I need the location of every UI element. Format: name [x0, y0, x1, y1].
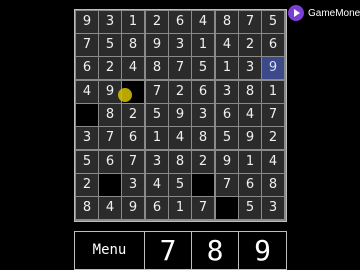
board-cell[interactable]: 8 [76, 197, 98, 219]
board-cell[interactable]: 7 [146, 81, 168, 103]
board-cell[interactable]: 4 [169, 127, 191, 149]
control-panel: Menu 7 8 9 [74, 231, 287, 270]
board-cell[interactable]: 6 [122, 127, 144, 149]
board-cell[interactable]: 2 [99, 57, 121, 79]
board-cell[interactable]: 2 [239, 34, 261, 56]
board-cell[interactable]: 6 [262, 34, 284, 56]
board-cell[interactable]: 1 [146, 127, 168, 149]
board-cell[interactable]: 1 [169, 197, 191, 219]
board-cell[interactable]: 9 [146, 34, 168, 56]
board-cell[interactable]: 8 [262, 174, 284, 196]
board-cell[interactable]: 5 [216, 127, 238, 149]
board-cell[interactable]: 6 [216, 104, 238, 126]
board-cell[interactable]: 7 [99, 127, 121, 149]
board-cell[interactable]: 8 [146, 57, 168, 79]
sudoku-board: 9312648757589314266248751394972638182593… [74, 9, 287, 222]
board-cell[interactable]: 1 [239, 151, 261, 173]
board-cell[interactable]: 6 [169, 11, 191, 33]
board-cell[interactable]: 2 [192, 151, 214, 173]
board-cell[interactable]: 5 [99, 34, 121, 56]
board-cell[interactable] [76, 104, 98, 126]
menu-button[interactable]: Menu [75, 232, 145, 269]
number-button-8[interactable]: 8 [192, 232, 239, 269]
board-cell[interactable]: 3 [99, 11, 121, 33]
board-cell[interactable]: 8 [122, 34, 144, 56]
play-icon [288, 5, 304, 21]
number-button-7[interactable]: 7 [145, 232, 192, 269]
board-cell[interactable]: 3 [262, 197, 284, 219]
board-cell[interactable]: 8 [192, 127, 214, 149]
board-cell[interactable]: 6 [239, 174, 261, 196]
board-cell[interactable]: 4 [262, 151, 284, 173]
board-cell[interactable]: 5 [192, 57, 214, 79]
board-cell[interactable]: 7 [76, 34, 98, 56]
board-cell[interactable]: 2 [169, 81, 191, 103]
board-cell[interactable]: 5 [262, 11, 284, 33]
board-cell[interactable]: 2 [262, 127, 284, 149]
board-cell[interactable]: 3 [76, 127, 98, 149]
board-cell[interactable]: 2 [76, 174, 98, 196]
board-cell[interactable]: 5 [239, 197, 261, 219]
board-cell[interactable]: 1 [216, 57, 238, 79]
board-cell[interactable]: 2 [146, 11, 168, 33]
board-cell[interactable] [216, 197, 238, 219]
pointer-cursor [118, 88, 132, 102]
board-cell[interactable]: 8 [169, 151, 191, 173]
board-cell[interactable]: 3 [169, 34, 191, 56]
board-cell[interactable]: 1 [122, 11, 144, 33]
board-cell[interactable]: 3 [216, 81, 238, 103]
board-cell[interactable]: 8 [216, 11, 238, 33]
board-cell[interactable]: 7 [262, 104, 284, 126]
board-cell[interactable]: 9 [169, 104, 191, 126]
board-cell[interactable]: 7 [216, 174, 238, 196]
board-cell[interactable]: 9 [239, 127, 261, 149]
board-cell[interactable]: 5 [146, 104, 168, 126]
board-cell[interactable]: 5 [76, 151, 98, 173]
board-cell[interactable]: 9 [262, 57, 284, 79]
gamemonetize-badge[interactable]: GameMone [288, 3, 360, 23]
board-cell[interactable]: 7 [122, 151, 144, 173]
board-cell[interactable]: 1 [192, 34, 214, 56]
board-cell[interactable]: 6 [192, 81, 214, 103]
board-cell[interactable]: 6 [76, 57, 98, 79]
board-cell[interactable]: 7 [192, 197, 214, 219]
board-cell[interactable]: 3 [192, 104, 214, 126]
board-cell[interactable]: 9 [122, 197, 144, 219]
board-cell[interactable]: 1 [262, 81, 284, 103]
board-cell[interactable]: 4 [239, 104, 261, 126]
board-cell[interactable]: 6 [146, 197, 168, 219]
board-cell[interactable]: 3 [239, 57, 261, 79]
board-cell[interactable]: 4 [146, 174, 168, 196]
board-cell[interactable]: 9 [76, 11, 98, 33]
board-cell[interactable]: 4 [99, 197, 121, 219]
board-cell[interactable]: 5 [169, 174, 191, 196]
game-stage: 9312648757589314266248751394972638182593… [0, 0, 360, 270]
board-cell[interactable]: 8 [99, 104, 121, 126]
board-cell[interactable]: 4 [192, 11, 214, 33]
board-cell[interactable] [192, 174, 214, 196]
number-button-9[interactable]: 9 [239, 232, 286, 269]
board-cell[interactable]: 6 [99, 151, 121, 173]
board-cell[interactable]: 8 [239, 81, 261, 103]
board-cell[interactable]: 7 [239, 11, 261, 33]
board-cell[interactable]: 3 [146, 151, 168, 173]
board-cell[interactable]: 4 [76, 81, 98, 103]
board-cell[interactable]: 2 [122, 104, 144, 126]
board-cell[interactable]: 4 [216, 34, 238, 56]
board-cell[interactable]: 9 [216, 151, 238, 173]
badge-label: GameMone [308, 7, 360, 19]
board-cell[interactable]: 4 [122, 57, 144, 79]
board-cell[interactable] [99, 174, 121, 196]
board-cell[interactable]: 3 [122, 174, 144, 196]
board-cell[interactable]: 7 [169, 57, 191, 79]
